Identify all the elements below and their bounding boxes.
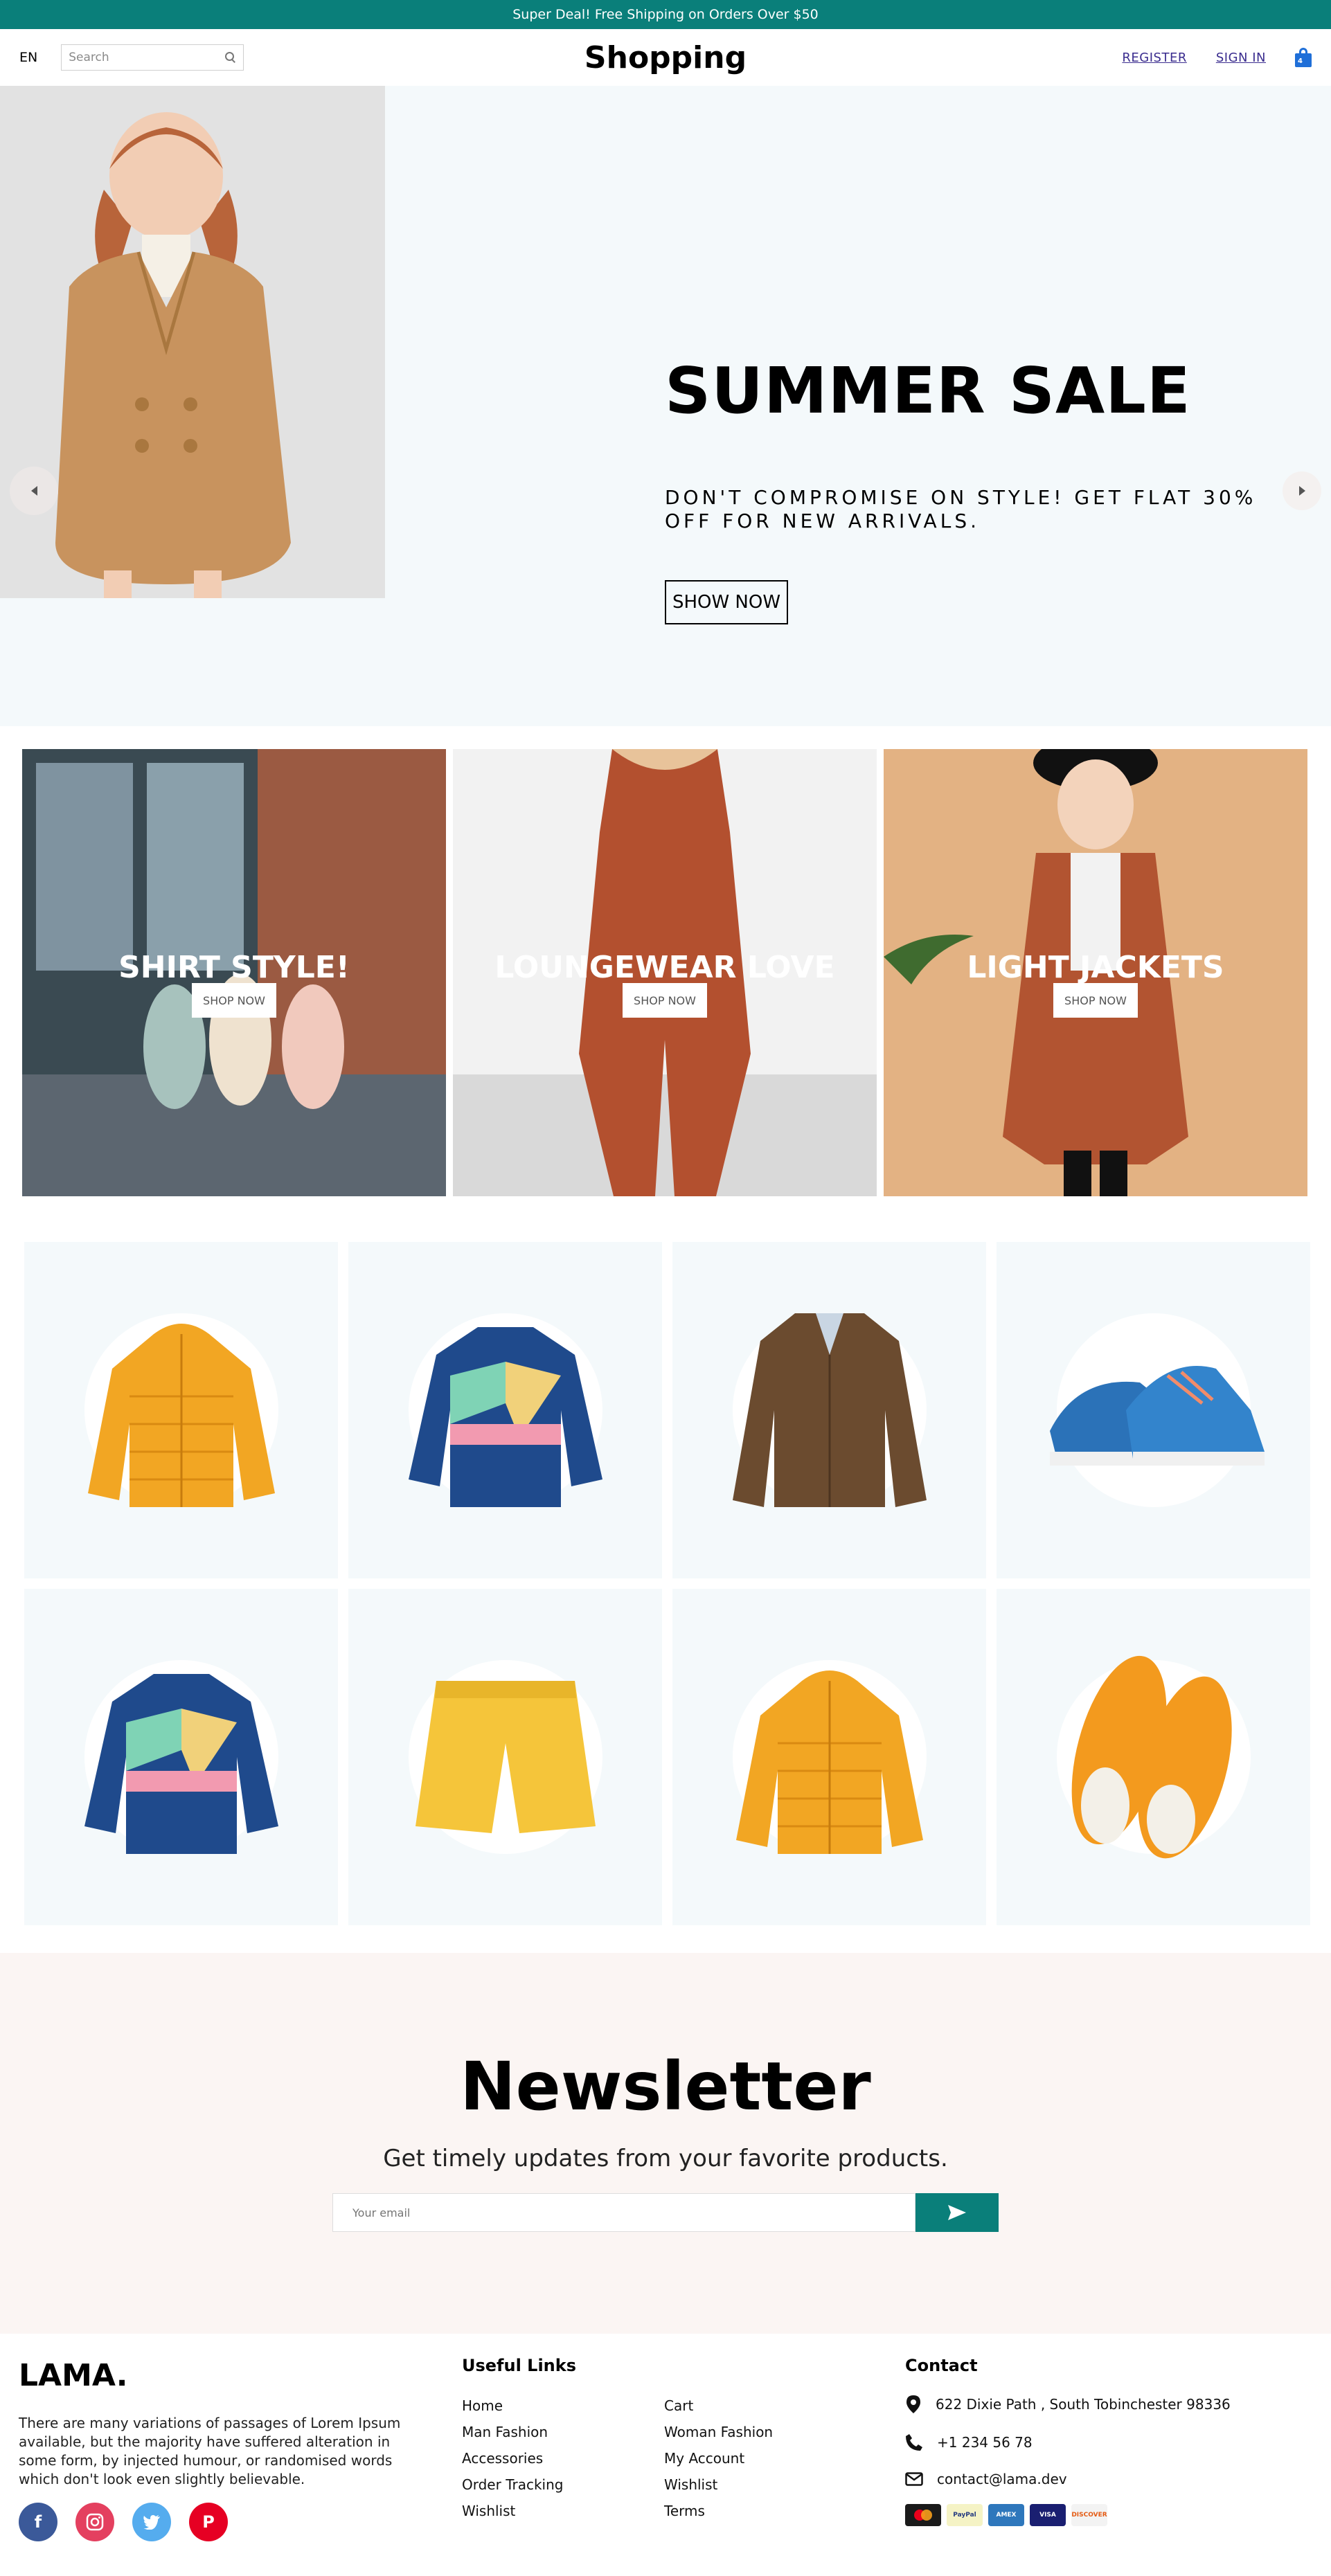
shop-now-button[interactable]: SHOP NOW	[192, 983, 276, 1018]
search-box	[61, 44, 244, 71]
product-card[interactable]	[24, 1589, 338, 1925]
hero-description: DON'T COMPROMISE ON STYLE! GET FLAT 30% …	[665, 486, 1257, 532]
slider-next-arrow[interactable]	[1283, 471, 1321, 510]
newsletter-description: Get timely updates from your favorite pr…	[383, 2145, 948, 2172]
phone-icon	[906, 2434, 922, 2451]
contact-title: Contact	[905, 2356, 978, 2375]
blue-windbreaker-jacket-icon	[84, 1674, 278, 1854]
products-grid	[0, 1242, 1331, 1925]
footer-link[interactable]: Cart	[664, 2397, 866, 2414]
amex-icon: AMEX	[988, 2504, 1024, 2526]
shop-now-button[interactable]: SHOP NOW	[1053, 983, 1138, 1018]
hero-image	[0, 86, 385, 598]
orange-puffer-jacket-icon	[735, 1670, 923, 1854]
category-card[interactable]: LIGHT JACKETS SHOP NOW	[884, 749, 1307, 1196]
useful-links-title: Useful Links	[462, 2356, 577, 2375]
footer-link[interactable]: Wishlist	[462, 2503, 664, 2519]
register-link[interactable]: REGISTER	[1122, 51, 1186, 65]
orange-leather-shoes-icon	[1071, 1655, 1232, 1859]
email-text[interactable]: contact@lama.dev	[937, 2471, 1067, 2487]
category-card[interactable]: SHIRT STYLE! SHOP NOW	[22, 749, 446, 1196]
arrow-right-icon	[1298, 486, 1305, 496]
search-icon[interactable]	[225, 52, 236, 63]
footer-link[interactable]: Man Fashion	[462, 2424, 664, 2440]
hero-title: SUMMER SALE	[665, 354, 1191, 428]
product-card[interactable]	[997, 1242, 1310, 1578]
search-input[interactable]	[69, 51, 226, 64]
cart-badge: 4	[1298, 57, 1303, 65]
product-card[interactable]	[348, 1589, 662, 1925]
contact-address: 622 Dixie Path , South Tobinchester 9833…	[905, 2395, 1312, 2414]
footer-link[interactable]: Woman Fashion	[664, 2424, 866, 2440]
useful-links-list: Home Cart Man Fashion Woman Fashion Acce…	[462, 2397, 905, 2519]
footer-link[interactable]: My Account	[664, 2450, 866, 2467]
category-title: LIGHT JACKETS	[967, 950, 1224, 985]
email-icon	[905, 2472, 923, 2486]
product-card[interactable]	[24, 1242, 338, 1578]
brown-leather-jacket-icon	[732, 1313, 927, 1507]
pinterest-icon[interactable]: P	[189, 2503, 228, 2541]
footer-description: There are many variations of passages of…	[19, 2415, 401, 2487]
footer-link[interactable]: Accessories	[462, 2450, 664, 2467]
contact-email: contact@lama.dev	[905, 2471, 1312, 2487]
instagram-icon[interactable]	[75, 2503, 114, 2541]
newsletter-section: Newsletter Get timely updates from your …	[0, 1953, 1331, 2334]
footer: LAMA. There are many variations of passa…	[0, 2334, 1331, 2576]
discover-icon: DISCOVER	[1071, 2504, 1107, 2526]
show-now-button[interactable]: SHOW NOW	[665, 580, 788, 624]
cart-icon[interactable]: 4	[1295, 48, 1312, 67]
address-text: 622 Dixie Path , South Tobinchester 9833…	[936, 2396, 1231, 2413]
footer-logo: LAMA.	[19, 2358, 128, 2393]
category-card[interactable]: LOUNGEWEAR LOVE SHOP NOW	[453, 749, 877, 1196]
category-title: SHIRT STYLE!	[118, 950, 350, 985]
mastercard-icon	[905, 2504, 941, 2526]
facebook-icon[interactable]: f	[19, 2503, 57, 2541]
payment-methods: PayPal AMEX VISA DISCOVER	[905, 2504, 1312, 2526]
newsletter-form	[332, 2193, 999, 2232]
twitter-icon[interactable]	[132, 2503, 171, 2541]
arrow-left-icon	[30, 486, 37, 496]
sign-in-link[interactable]: SIGN IN	[1216, 51, 1266, 65]
newsletter-title: Newsletter	[460, 2048, 871, 2125]
footer-link[interactable]: Order Tracking	[462, 2476, 664, 2493]
email-input[interactable]	[332, 2193, 915, 2232]
announcement-text: Super Deal! Free Shipping on Orders Over…	[512, 7, 819, 22]
header: EN Shopping REGISTER SIGN IN 4	[0, 29, 1331, 86]
contact-phone: +1 234 56 78	[905, 2433, 1312, 2451]
language-selector[interactable]: EN	[19, 50, 37, 65]
send-icon	[948, 2205, 966, 2220]
hero-slider: SUMMER SALE DON'T COMPROMISE ON STYLE! G…	[0, 86, 1331, 726]
category-title: LOUNGEWEAR LOVE	[494, 950, 835, 985]
orange-puffer-jacket-icon	[87, 1324, 275, 1507]
categories-section: SHIRT STYLE! SHOP NOW LOUNGEWEAR LOVE SH…	[0, 749, 1331, 1196]
product-card[interactable]	[672, 1242, 986, 1578]
footer-link[interactable]: Home	[462, 2397, 664, 2414]
blue-sneakers-icon	[1049, 1366, 1265, 1466]
visa-icon: VISA	[1030, 2504, 1066, 2526]
announcement-bar: Super Deal! Free Shipping on Orders Over…	[0, 0, 1331, 29]
send-button[interactable]	[915, 2193, 999, 2232]
phone-text: +1 234 56 78	[937, 2434, 1033, 2451]
site-logo[interactable]: Shopping	[584, 40, 747, 75]
shop-now-button[interactable]: SHOP NOW	[623, 983, 707, 1018]
product-card[interactable]	[672, 1589, 986, 1925]
footer-link[interactable]: Wishlist	[664, 2476, 866, 2493]
blue-windbreaker-jacket-icon	[408, 1327, 602, 1507]
paypal-icon: PayPal	[947, 2504, 983, 2526]
location-pin-icon	[906, 2395, 920, 2413]
product-card[interactable]	[997, 1589, 1310, 1925]
slider-prev-arrow[interactable]	[10, 467, 58, 515]
product-card[interactable]	[348, 1242, 662, 1578]
footer-link[interactable]: Terms	[664, 2503, 866, 2519]
yellow-shorts-icon	[415, 1681, 596, 1833]
